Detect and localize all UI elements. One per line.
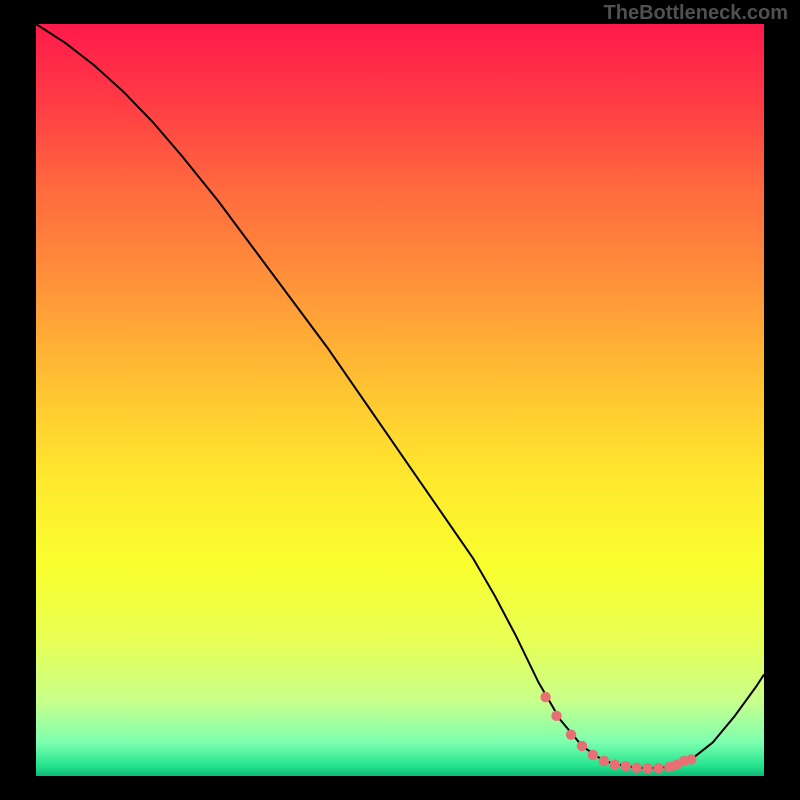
marker-dot bbox=[642, 763, 652, 773]
marker-dot bbox=[631, 763, 641, 773]
marker-dot bbox=[551, 711, 561, 721]
marker-dot bbox=[620, 761, 630, 771]
marker-dot bbox=[610, 760, 620, 770]
marker-dot bbox=[653, 763, 663, 773]
chart-svg bbox=[36, 24, 764, 776]
marker-dot bbox=[686, 754, 696, 764]
marker-dot bbox=[566, 729, 576, 739]
chart-area bbox=[36, 24, 764, 776]
marker-dot bbox=[577, 741, 587, 751]
gradient-background bbox=[36, 24, 764, 776]
marker-dot bbox=[540, 692, 550, 702]
watermark-text: TheBottleneck.com bbox=[604, 2, 788, 25]
marker-dot bbox=[588, 750, 598, 760]
marker-dot bbox=[599, 756, 609, 766]
